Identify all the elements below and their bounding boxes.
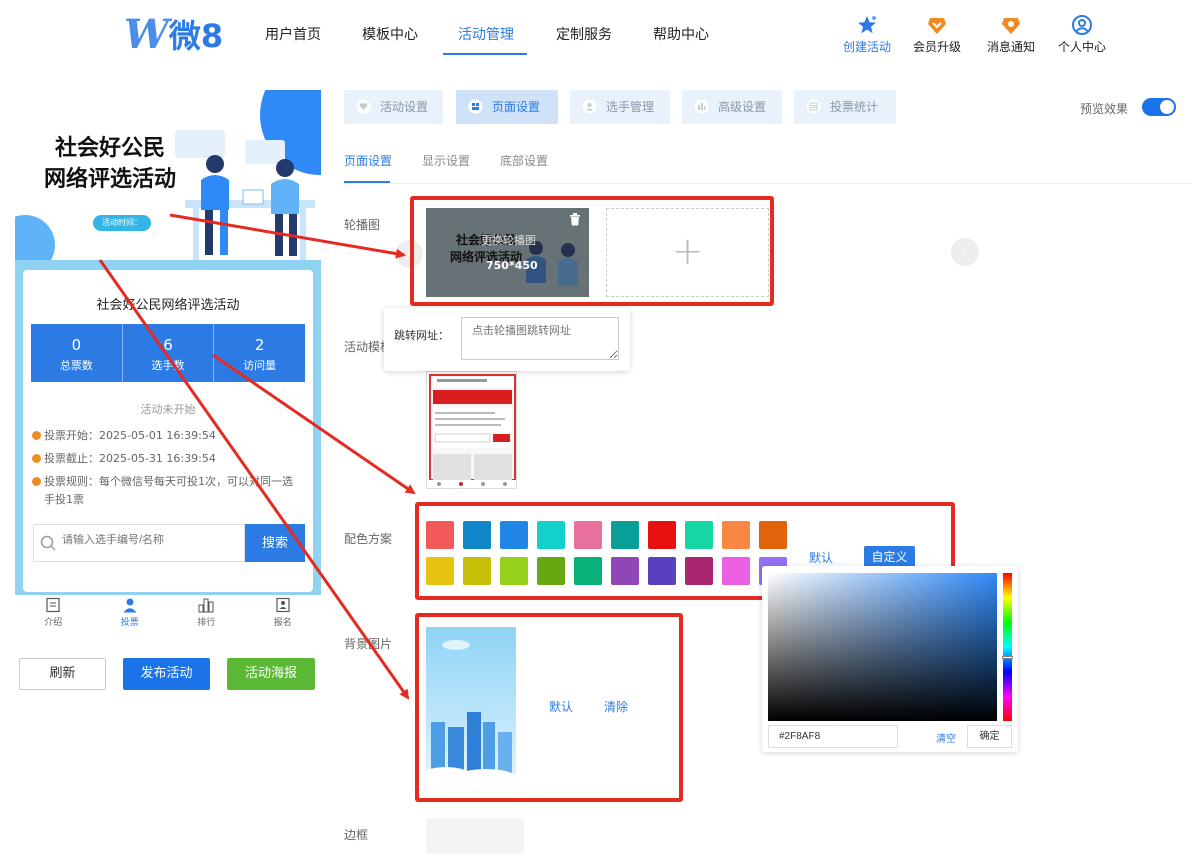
person-icon xyxy=(123,598,137,613)
preview-card: 社会好公民网络评选活动 0 总票数 6 选手数 2 访问量 活动未开始 投票开始：20… xyxy=(23,270,313,592)
logo[interactable]: W 微8 xyxy=(124,10,224,58)
subtab-page-settings[interactable]: 页面设置 xyxy=(344,152,392,169)
hero-title-line2: 网络评选活动 xyxy=(43,167,176,192)
tab-ranking[interactable]: 排行 xyxy=(168,597,245,637)
ranking-icon xyxy=(198,598,214,613)
preview-card-frame: 社会好公民网络评选活动 0 总票数 6 选手数 2 访问量 活动未开始 投票开始：20… xyxy=(15,260,321,595)
bullet-icon xyxy=(32,477,41,486)
hue-slider-handle[interactable] xyxy=(1002,656,1013,659)
bullet-icon xyxy=(32,431,41,440)
carousel-next-icon[interactable]: › xyxy=(951,238,979,266)
bullet-icon xyxy=(32,454,41,463)
bell-badge-icon xyxy=(1002,18,1020,34)
layout-icon xyxy=(468,99,483,114)
logo-text: 微8 xyxy=(168,17,224,55)
hero-title: 社会好公民 网络评选活动 xyxy=(35,133,185,195)
notifications-button[interactable]: 消息通知 xyxy=(981,14,1041,55)
nav-item-custom-service[interactable]: 定制服务 xyxy=(556,24,612,44)
create-activity-label: 创建活动 xyxy=(842,40,891,54)
create-activity-button[interactable]: 创建活动 xyxy=(837,14,897,55)
contestant-icon xyxy=(582,99,597,114)
jump-url-label: 跳转网址： xyxy=(394,329,449,342)
search-button[interactable]: 搜索 xyxy=(245,524,305,562)
stats-icon xyxy=(806,99,821,114)
user-center-button[interactable]: 个人中心 xyxy=(1052,14,1112,55)
tab-activity-settings[interactable]: 活动设置 xyxy=(344,90,443,124)
activity-poster-button[interactable]: 活动海报 xyxy=(227,658,315,690)
subtab-footer-settings[interactable]: 底部设置 xyxy=(500,152,548,169)
phone-preview: 社会好公民 网络评选活动 活动时间：xxxx 社会好公民网络评选活动 0 总票数 … xyxy=(0,90,322,628)
stat-total-votes: 0 总票数 xyxy=(31,324,123,382)
saturation-area[interactable] xyxy=(768,573,997,721)
hex-color-input[interactable] xyxy=(768,725,898,748)
advanced-icon xyxy=(694,99,709,114)
nav-item-templates[interactable]: 模板中心 xyxy=(362,24,418,44)
highlight-carousel-box xyxy=(410,196,774,306)
background-label: 背景图片 xyxy=(344,637,393,651)
template-thumbnail[interactable] xyxy=(426,371,517,489)
document-icon xyxy=(46,597,60,613)
nav-item-home[interactable]: 用户首页 xyxy=(265,24,321,44)
preview-toggle-label: 预览效果 xyxy=(1080,102,1129,116)
stat-visits: 2 访问量 xyxy=(243,336,277,372)
activity-time-pill: 活动时间：xxxx xyxy=(93,215,151,243)
search-icon xyxy=(40,535,56,551)
user-circle-icon xyxy=(1072,15,1092,35)
subtab-display-settings[interactable]: 显示设置 xyxy=(422,152,470,169)
top-navbar: W 微8 用户首页 模板中心 活动管理 定制服务 帮助中心 创建活动 会员升级 … xyxy=(0,0,1200,70)
star-icon xyxy=(858,16,876,34)
contestant-search-input[interactable] xyxy=(62,534,238,546)
publish-activity-button[interactable]: 发布活动 xyxy=(123,658,210,690)
tab-vote-stats[interactable]: 投票统计 xyxy=(794,90,896,124)
picker-confirm-button[interactable]: 确定 xyxy=(967,725,1012,748)
tab-vote[interactable]: 投票 xyxy=(92,597,169,637)
tab-contestant-manage[interactable]: 选手管理 xyxy=(570,90,670,124)
preview-tabbar: 介绍 投票 排行 报名 xyxy=(15,597,321,637)
tab-advanced-settings[interactable]: 高级设置 xyxy=(682,90,782,124)
highlight-background-box xyxy=(415,613,683,802)
info-vote-end: 投票截止：2025-05-31 16:39:54 xyxy=(32,450,304,468)
contestant-search-box[interactable] xyxy=(33,524,245,562)
stats-bar: 0 总票数 6 选手数 2 访问量 xyxy=(31,324,305,382)
tab-page-settings[interactable]: 页面设置 xyxy=(456,90,558,124)
color-picker-panel: 清空 确定 xyxy=(762,566,1018,752)
theme-label: 配色方案 xyxy=(344,532,393,546)
template-preview-image xyxy=(427,374,516,488)
activity-title: 社会好公民网络评选活动 xyxy=(96,298,240,313)
heart-icon xyxy=(356,99,371,114)
subtab-divider xyxy=(344,183,1192,184)
info-vote-start: 投票开始：2025-05-01 16:39:54 xyxy=(32,427,304,445)
tab-intro[interactable]: 介绍 xyxy=(15,597,92,637)
stat-contestants: 6 选手数 xyxy=(123,324,215,382)
nav-active-underline xyxy=(443,53,527,55)
nav-item-help[interactable]: 帮助中心 xyxy=(653,24,709,44)
vip-badge-icon xyxy=(928,18,946,34)
preview-hero-banner: 社会好公民 网络评选活动 活动时间：xxxx xyxy=(15,90,321,275)
refresh-button[interactable]: 刷新 xyxy=(19,658,106,690)
jump-url-input[interactable] xyxy=(461,317,619,360)
picker-clear-button[interactable]: 清空 xyxy=(936,730,956,745)
member-upgrade-label: 会员升级 xyxy=(912,40,961,54)
logo-mark: W xyxy=(124,10,169,58)
member-upgrade-button[interactable]: 会员升级 xyxy=(907,14,967,55)
preview-toggle[interactable] xyxy=(1142,98,1176,116)
hero-title-line1: 社会好公民 xyxy=(54,136,165,161)
jump-url-popup: 跳转网址： xyxy=(384,308,630,371)
border-thumbnail[interactable] xyxy=(426,818,524,854)
carousel-label: 轮播图 xyxy=(344,218,381,232)
info-vote-rule: 投票规则：每个微信号每天可投1次，可以对同一选手投1票 xyxy=(32,473,294,509)
notifications-label: 消息通知 xyxy=(986,40,1035,54)
border-label: 边框 xyxy=(344,828,369,842)
hue-slider[interactable] xyxy=(1003,573,1012,721)
user-center-label: 个人中心 xyxy=(1057,40,1106,54)
tab-signup[interactable]: 报名 xyxy=(245,597,322,637)
id-card-icon xyxy=(276,597,290,613)
subtab-active-underline xyxy=(344,181,390,183)
nav-item-activity-manage[interactable]: 活动管理 xyxy=(458,24,514,44)
activity-status: 活动未开始 xyxy=(140,403,196,416)
